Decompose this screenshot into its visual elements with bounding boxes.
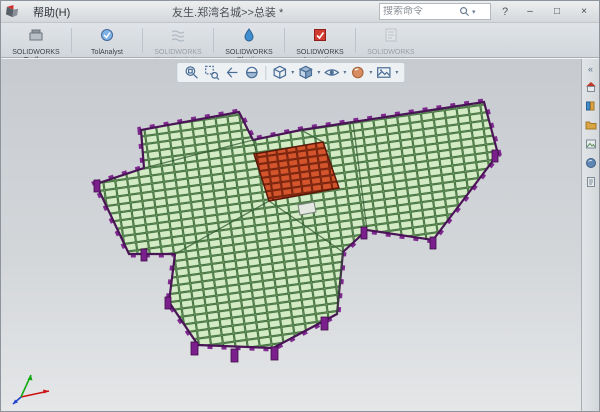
task-pane-collapse-icon[interactable]: « — [588, 64, 593, 74]
task-pane-file-explorer-icon[interactable] — [585, 119, 597, 131]
solidworks-logo-icon — [5, 4, 20, 19]
heads-up-view-toolbar: ▾ ▾ ▾ ▾ — [176, 62, 405, 83]
ribbon-separator — [213, 28, 214, 53]
inspection-icon — [312, 27, 328, 48]
addin-tab-flow-simulation[interactable]: SOLIDWORKS Flow Simulation — [145, 24, 211, 57]
section-view-icon[interactable] — [242, 64, 261, 81]
ribbon-separator — [71, 28, 72, 53]
maximize-button[interactable]: □ — [546, 3, 568, 21]
addin-tab-mbd-snl[interactable]: SOLIDWORKS MBD SNL — [358, 24, 424, 57]
command-manager-ribbon: SOLIDWORKS Toolbox TolAnalyst SOLIDWORKS… — [1, 23, 599, 58]
addin-tab-inspection[interactable]: SOLIDWORKS Inspection — [287, 24, 353, 57]
mbd-snl-icon — [383, 27, 399, 48]
solidworks-window: 帮助(H) 友生.郑湾名城>>总装 * ▾ ? – □ × — [0, 0, 600, 412]
flow-simulation-icon — [170, 27, 186, 48]
edit-appearance-chevron-icon[interactable]: ▾ — [368, 69, 373, 76]
display-style-chevron-icon[interactable]: ▾ — [316, 69, 321, 76]
graphics-viewport[interactable]: ▾ ▾ ▾ ▾ — [1, 58, 599, 411]
building-formwork-model[interactable] — [94, 102, 498, 362]
ribbon-separator — [355, 28, 356, 53]
display-style-icon[interactable] — [296, 64, 315, 81]
toolbox-icon — [28, 27, 44, 48]
hide-show-chevron-icon[interactable]: ▾ — [342, 69, 347, 76]
help-button[interactable]: ? — [496, 3, 514, 21]
addin-tab-plastics[interactable]: SOLIDWORKS Plastics — [216, 24, 282, 57]
task-pane-resources-icon[interactable] — [585, 81, 597, 93]
search-dropdown-chevron-icon[interactable]: ▾ — [472, 8, 476, 16]
reference-triad — [9, 369, 67, 407]
view-orientation-icon[interactable] — [270, 64, 289, 81]
command-search-input[interactable] — [383, 6, 457, 17]
assembly-model-canvas[interactable] — [1, 59, 599, 411]
task-pane-document-properties-icon[interactable] — [585, 176, 597, 188]
plastics-icon — [241, 27, 257, 48]
addin-tab-tolanalyst[interactable]: TolAnalyst — [74, 24, 140, 57]
task-pane-design-library-icon[interactable] — [585, 100, 597, 112]
ribbon-separator — [284, 28, 285, 53]
zoom-fit-icon[interactable] — [182, 64, 201, 81]
view-settings-chevron-icon[interactable]: ▾ — [394, 69, 399, 76]
zoom-to-area-icon[interactable] — [202, 64, 221, 81]
view-settings-icon[interactable] — [374, 64, 393, 81]
ribbon-separator — [142, 28, 143, 53]
hud-separator — [265, 66, 266, 80]
hide-show-items-icon[interactable] — [322, 64, 341, 81]
task-pane-appearances-icon[interactable] — [585, 157, 597, 169]
view-orientation-chevron-icon[interactable]: ▾ — [290, 69, 295, 76]
task-pane-view-palette-icon[interactable] — [585, 138, 597, 150]
addin-tab-solidworks-toolbox[interactable]: SOLIDWORKS Toolbox — [3, 24, 69, 57]
search-icon[interactable] — [459, 6, 470, 17]
close-button[interactable]: × — [573, 3, 595, 21]
task-pane-strip: « — [581, 59, 599, 411]
green-panel-deck[interactable] — [96, 102, 498, 348]
tolanalyst-icon — [99, 27, 115, 48]
menu-help[interactable]: 帮助(H) — [27, 3, 76, 21]
title-bar: 帮助(H) 友生.郑湾名城>>总装 * ▾ ? – □ × — [1, 1, 599, 23]
command-search-box: ▾ — [379, 3, 491, 20]
edit-appearance-icon[interactable] — [348, 64, 367, 81]
minimize-button[interactable]: – — [519, 3, 541, 21]
addin-tab-label: TolAnalyst — [91, 49, 123, 57]
document-title: 友生.郑湾名城>>总装 * — [82, 4, 373, 20]
previous-view-icon[interactable] — [222, 64, 241, 81]
